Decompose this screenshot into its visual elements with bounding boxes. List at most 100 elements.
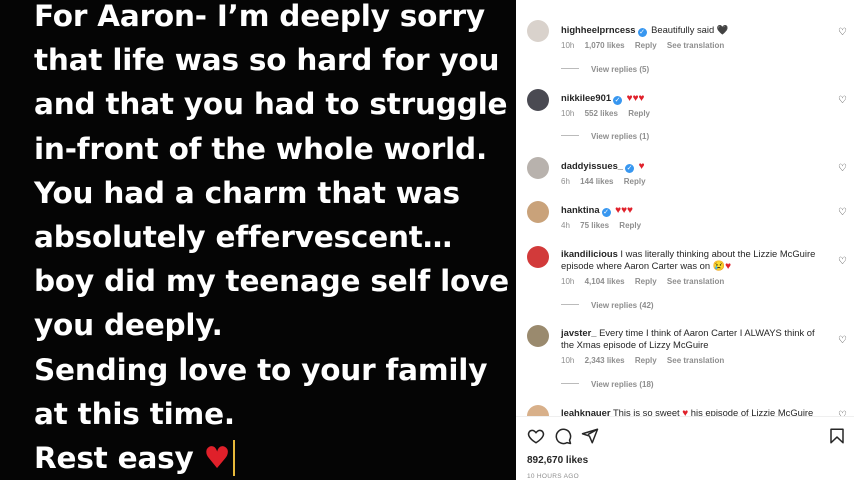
likes-count[interactable]: 892,670 likes	[527, 455, 588, 466]
reply-button[interactable]: Reply	[635, 277, 657, 286]
comment-body: This is so sweet	[612, 407, 680, 416]
small-heart-icon[interactable]: ♡	[838, 27, 847, 38]
comment-emoji: ♥♥♥	[626, 93, 645, 104]
comment-username[interactable]: daddyissues_	[561, 160, 623, 171]
see-translation-button[interactable]: See translation	[667, 356, 724, 365]
comment-likes[interactable]: 4,104 likes	[585, 277, 625, 286]
view-replies-button[interactable]: View replies (42)	[561, 301, 654, 310]
post-line: boy did my teenage self love	[34, 264, 509, 299]
comments-list[interactable]: highheelprncess ✓ Beautifully said 🖤 10h …	[516, 0, 854, 416]
comment-emoji: ♥	[682, 408, 689, 416]
comment-username[interactable]: nikkilee901	[561, 92, 611, 103]
post-timestamp: 10 HOURS AGO	[527, 473, 580, 480]
bookmark-icon[interactable]	[828, 427, 846, 445]
comment-text: hanktina ✓ ♥♥♥	[561, 204, 821, 217]
comment-time: 10h	[561, 277, 575, 286]
post-line: You had a charm that was	[34, 175, 460, 210]
post-text: For Aaron- I’m deeply sorry that life wa…	[34, 0, 514, 480]
verified-badge-icon: ✓	[625, 164, 635, 173]
reply-button[interactable]: Reply	[635, 356, 657, 365]
post-line: For Aaron- I’m deeply sorry	[34, 0, 485, 33]
comment-likes[interactable]: 2,343 likes	[585, 356, 625, 365]
post-line-last: Rest easy ♥	[34, 436, 514, 480]
verified-badge-icon: ✓	[613, 96, 623, 105]
comment-emoji: 🖤	[716, 24, 729, 35]
comment-meta: 10h 2,343 likes Reply See translation	[561, 356, 732, 365]
view-replies-label: View replies (42)	[591, 301, 654, 310]
comment-time: 10h	[561, 41, 575, 50]
small-heart-icon[interactable]: ♡	[838, 207, 847, 218]
comment-body-cont: his episode of Lizzie McGuire	[690, 407, 814, 416]
comment-username[interactable]: ikandilicious	[561, 248, 618, 259]
see-translation-button[interactable]: See translation	[667, 41, 724, 50]
avatar[interactable]	[527, 405, 549, 416]
post-media: For Aaron- I’m deeply sorry that life wa…	[0, 0, 516, 480]
heart-outline-icon[interactable]	[527, 427, 545, 445]
post-line: Rest easy	[34, 441, 194, 476]
post-line: in-front of the whole world.	[34, 131, 487, 166]
reply-button[interactable]: Reply	[619, 221, 641, 230]
comment-text: ikandilicious I was literally thinking a…	[561, 248, 821, 273]
comment-time: 10h	[561, 356, 575, 365]
avatar[interactable]	[527, 157, 549, 179]
comment-meta: 10h 4,104 likes Reply See translation	[561, 277, 732, 286]
small-heart-icon[interactable]: ♡	[838, 256, 847, 267]
avatar[interactable]	[527, 325, 549, 347]
comments-panel: highheelprncess ✓ Beautifully said 🖤 10h …	[516, 0, 854, 481]
small-heart-icon[interactable]: ♡	[838, 163, 847, 174]
comment-username[interactable]: leahknauer	[561, 407, 611, 416]
comment-emoji: ♥	[638, 161, 645, 172]
avatar[interactable]	[527, 246, 549, 268]
comment-meta: 4h 75 likes Reply	[561, 221, 649, 230]
comment-time: 4h	[561, 221, 570, 230]
comment-likes[interactable]: 552 likes	[585, 109, 618, 118]
comment-text: nikkilee901 ✓ ♥♥♥	[561, 92, 821, 105]
avatar[interactable]	[527, 89, 549, 111]
red-heart-emoji: ♥	[203, 441, 231, 477]
comment-time: 6h	[561, 177, 570, 186]
text-caret	[233, 440, 236, 477]
comment-text: highheelprncess ✓ Beautifully said 🖤	[561, 24, 821, 37]
view-replies-label: View replies (18)	[591, 380, 654, 389]
share-icon[interactable]	[581, 427, 599, 445]
comment-text: daddyissues_ ✓ ♥	[561, 160, 821, 173]
reply-button[interactable]: Reply	[628, 109, 650, 118]
comment-meta: 6h 144 likes Reply	[561, 177, 654, 186]
comment-text: javster_ Every time I think of Aaron Car…	[561, 327, 821, 351]
view-replies-button[interactable]: View replies (5)	[561, 65, 649, 74]
comment-body: Every time I think of Aaron Carter I ALW…	[561, 327, 815, 350]
comment-meta: 10h 552 likes Reply	[561, 109, 658, 118]
post-line: Sending love to your family	[34, 352, 488, 387]
small-heart-icon[interactable]: ♡	[838, 335, 847, 346]
comment-emoji: 😢♥	[712, 261, 732, 272]
comment-time: 10h	[561, 109, 575, 118]
view-replies-button[interactable]: View replies (18)	[561, 380, 654, 389]
comment-username[interactable]: highheelprncess	[561, 24, 636, 35]
verified-badge-icon: ✓	[601, 208, 611, 217]
avatar[interactable]	[527, 20, 549, 42]
comment-body: Beautifully said	[651, 24, 715, 35]
comment-emoji: ♥♥♥	[615, 205, 633, 216]
post-line: at this time.	[34, 396, 235, 431]
comment-username[interactable]: javster_	[561, 327, 596, 338]
view-replies-label: View replies (1)	[591, 132, 650, 141]
comment-likes[interactable]: 75 likes	[580, 221, 609, 230]
view-replies-button[interactable]: View replies (1)	[561, 132, 649, 141]
post-line: and that you had to struggle	[34, 87, 508, 122]
comment-username[interactable]: hanktina	[561, 204, 600, 215]
reply-button[interactable]: Reply	[624, 177, 646, 186]
comment-likes[interactable]: 1,070 likes	[585, 41, 625, 50]
post-actions-bar: 892,670 likes 10 HOURS AGO	[516, 416, 854, 481]
comment-icon[interactable]	[554, 427, 572, 445]
comment-meta: 10h 1,070 likes Reply See translation	[561, 41, 732, 50]
small-heart-icon[interactable]: ♡	[838, 95, 847, 106]
comment-text: leahknauer This is so sweet ♥ his episod…	[561, 407, 821, 416]
post-line: that life was so hard for you	[34, 43, 500, 78]
see-translation-button[interactable]: See translation	[667, 277, 724, 286]
comment-likes[interactable]: 144 likes	[580, 177, 613, 186]
reply-button[interactable]: Reply	[635, 41, 657, 50]
avatar[interactable]	[527, 201, 549, 223]
verified-badge-icon: ✓	[637, 28, 647, 37]
post-line: you deeply.	[34, 308, 223, 343]
post-line: absolutely effervescent…	[34, 220, 453, 255]
